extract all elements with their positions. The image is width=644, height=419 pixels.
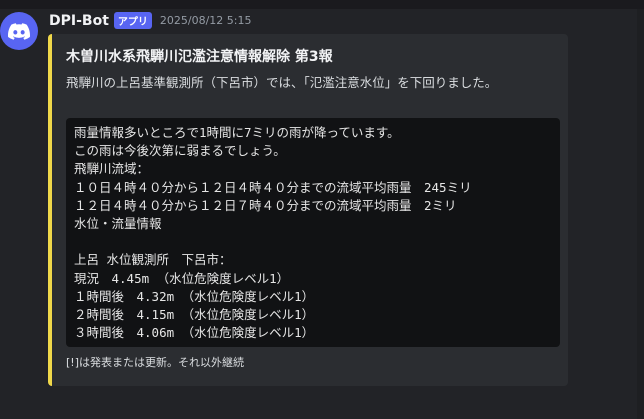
code-line: 雨量情報多いところで1時間に7ミリの雨が降っています。 — [74, 125, 400, 140]
top-bar — [0, 0, 644, 9]
embed: 木曽川水系飛騨川氾濫注意情報解除 第3報 飛騨川の上呂基準観測所（下呂市）では、… — [48, 34, 568, 386]
embed-title: 木曽川水系飛騨川氾濫注意情報解除 第3報 — [66, 49, 333, 65]
embed-footer: [!]は発表または更新。それ以外継続 — [66, 356, 244, 369]
app-badge: アプリ — [113, 12, 152, 29]
timestamp[interactable]: 2025/08/12 5:15 — [160, 14, 252, 27]
code-line: １２日４時４０分から１２日７時４０分までの流域平均雨量 2ミリ — [74, 197, 457, 213]
code-line: ３時間後 4.06m （水位危険度レベル1） — [74, 325, 315, 341]
discord-logo-icon — [8, 22, 30, 40]
code-line: 上呂 水位観測所 下呂市： — [74, 252, 232, 268]
embed-description: 飛騨川の上呂基準観測所（下呂市）では、「氾濫注意水位」を下回りました。 — [66, 75, 498, 90]
code-line: １０日４時４０分から１２日４時４０分までの流域平均雨量 245ミリ — [74, 179, 472, 195]
code-line: 水位・流量情報 — [74, 215, 162, 231]
code-line: 飛騨川流域： — [74, 161, 150, 177]
username[interactable]: DPI-Bot — [49, 13, 109, 29]
code-line: ２時間後 4.15m （水位危険度レベル1） — [74, 306, 315, 322]
scrollbar[interactable] — [637, 9, 644, 419]
code-line: 現況 4.45m （水位危険度レベル1） — [74, 270, 290, 286]
avatar[interactable] — [0, 12, 38, 50]
message-header: DPI-Bot アプリ 2025/08/12 5:15 — [49, 12, 252, 29]
code-block: 雨量情報多いところで1時間に7ミリの雨が降っています。 この雨は今後次第に弱まるで… — [66, 118, 560, 347]
code-line: １時間後 4.32m （水位危険度レベル1） — [74, 288, 315, 304]
code-line: この雨は今後次第に弱まるでしょう。 — [74, 143, 286, 159]
